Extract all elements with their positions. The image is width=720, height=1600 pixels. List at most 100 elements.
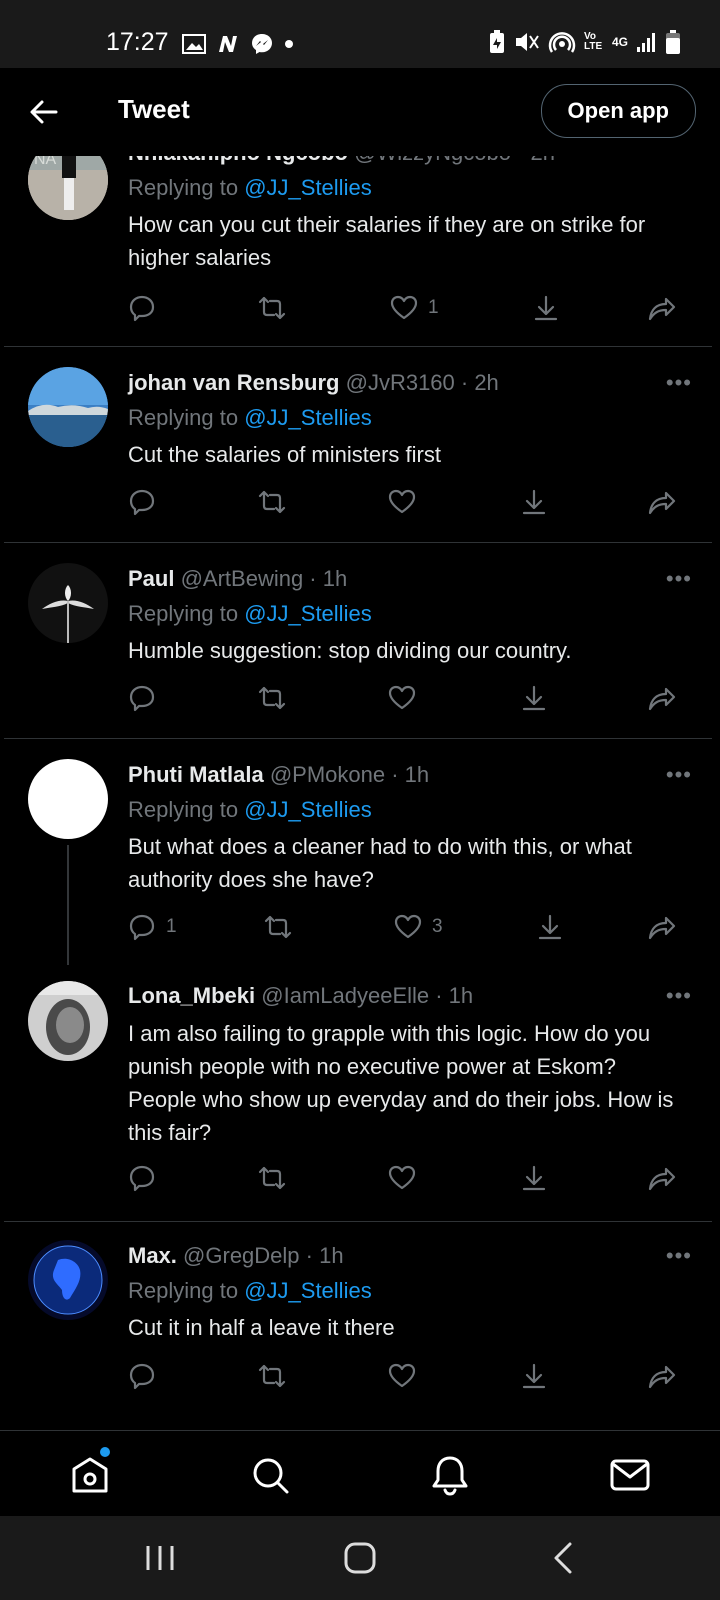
more-options-icon[interactable]: ••• xyxy=(666,1243,692,1269)
battery-saver-icon xyxy=(489,30,504,53)
recent-apps-icon[interactable] xyxy=(140,1538,180,1578)
reply-feed[interactable]: NA Nhlakanipho Ngcobo @WizzyNgcobo · 2h … xyxy=(0,156,720,1430)
heart-icon xyxy=(388,489,416,514)
more-options-icon[interactable]: ••• xyxy=(666,156,692,166)
download-arrow-icon xyxy=(538,914,562,940)
reply-button[interactable] xyxy=(128,488,166,516)
tweet[interactable]: NA Nhlakanipho Ngcobo @WizzyNgcobo · 2h … xyxy=(0,156,720,347)
analytics-button[interactable] xyxy=(520,1164,548,1192)
tweet-actions xyxy=(128,488,694,524)
retweet-icon xyxy=(258,1364,286,1388)
retweet-button[interactable] xyxy=(258,684,296,712)
retweet-icon xyxy=(258,296,286,320)
share-button[interactable] xyxy=(648,294,676,322)
tweet-author-name[interactable]: johan van Rensburg xyxy=(128,370,339,395)
heart-icon xyxy=(390,295,418,320)
retweet-button[interactable] xyxy=(258,488,296,516)
analytics-button[interactable] xyxy=(520,1362,548,1390)
avatar[interactable] xyxy=(28,981,108,1061)
share-button[interactable] xyxy=(648,684,676,712)
avatar[interactable] xyxy=(28,563,108,643)
tweet-author-handle[interactable]: @PMokone · 1h xyxy=(270,762,429,787)
tweet-author-name[interactable]: Paul xyxy=(128,566,174,591)
like-button[interactable] xyxy=(388,684,426,712)
open-app-button[interactable]: Open app xyxy=(540,84,696,138)
mention-link[interactable]: @JJ_Stellies xyxy=(244,601,372,626)
tweet[interactable]: johan van Rensburg @JvR3160 · 2h ••• Rep… xyxy=(0,347,720,543)
avatar[interactable] xyxy=(28,759,108,839)
back-arrow-icon[interactable] xyxy=(28,96,60,128)
download-arrow-icon xyxy=(534,295,558,321)
home-icon[interactable] xyxy=(68,1453,112,1497)
share-button[interactable] xyxy=(648,1362,676,1390)
retweet-button[interactable] xyxy=(258,1362,296,1390)
reply-icon xyxy=(129,489,155,516)
messages-icon[interactable] xyxy=(608,1453,652,1497)
retweet-button[interactable] xyxy=(258,1164,296,1192)
back-button-icon[interactable] xyxy=(544,1538,584,1578)
share-button[interactable] xyxy=(648,488,676,516)
mention-link[interactable]: @JJ_Stellies xyxy=(244,405,372,430)
like-button[interactable] xyxy=(388,1362,426,1390)
reply-button[interactable] xyxy=(128,294,166,322)
reply-button[interactable] xyxy=(128,684,166,712)
share-button[interactable] xyxy=(648,1164,676,1192)
retweet-button[interactable] xyxy=(264,913,302,941)
tweet[interactable]: Phuti Matlala @PMokone · 1h ••• Replying… xyxy=(0,739,720,965)
like-button[interactable]: 3 xyxy=(394,913,443,941)
mention-link[interactable]: @JJ_Stellies xyxy=(244,797,372,822)
analytics-button[interactable] xyxy=(536,913,564,941)
tweet[interactable]: Max. @GregDelp · 1h ••• Replying to @JJ_… xyxy=(0,1222,720,1430)
tweet-text: Cut the salaries of ministers first xyxy=(128,442,441,467)
tweet-author-name[interactable]: Max. xyxy=(128,1243,177,1268)
share-icon xyxy=(648,916,676,940)
replying-to: Replying to @JJ_Stellies xyxy=(128,175,372,200)
page-title: Tweet xyxy=(118,94,190,124)
tweet-author-handle[interactable]: @WizzyNgcobo · 2h xyxy=(354,156,555,165)
tweet[interactable]: Paul @ArtBewing · 1h ••• Replying to @JJ… xyxy=(0,543,720,739)
avatar[interactable]: NA xyxy=(28,156,108,220)
mention-link[interactable]: @JJ_Stellies xyxy=(244,1278,372,1303)
share-icon xyxy=(648,1365,676,1389)
tweet-author-name[interactable]: Phuti Matlala xyxy=(128,762,264,787)
reply-button[interactable] xyxy=(128,1362,166,1390)
analytics-button[interactable] xyxy=(520,488,548,516)
tweet-author-handle[interactable]: @IamLadyeeElle · 1h xyxy=(261,983,473,1008)
hotspot-icon xyxy=(548,32,576,53)
avatar[interactable] xyxy=(28,1240,108,1320)
search-icon[interactable] xyxy=(248,1453,292,1497)
reply-button[interactable] xyxy=(128,1164,166,1192)
reply-button[interactable]: 1 xyxy=(128,913,177,941)
mute-icon xyxy=(515,33,539,51)
4g-icon: 4G xyxy=(611,35,628,49)
tweet[interactable]: Lona_Mbeki @IamLadyeeElle · 1h ••• I am … xyxy=(0,965,720,1222)
more-options-icon[interactable]: ••• xyxy=(666,983,692,1009)
system-nav-bar xyxy=(0,1516,720,1600)
like-button[interactable] xyxy=(388,1164,426,1192)
reply-icon xyxy=(129,1165,155,1192)
app-bar: Tweet Open app xyxy=(0,68,720,156)
more-options-icon[interactable]: ••• xyxy=(666,762,692,788)
analytics-button[interactable] xyxy=(532,294,560,322)
avatar[interactable] xyxy=(28,367,108,447)
tweet-author-handle[interactable]: @ArtBewing · 1h xyxy=(181,566,348,591)
replying-to: Replying to @JJ_Stellies xyxy=(128,601,372,626)
share-button[interactable] xyxy=(648,913,676,941)
tweet-author-name[interactable]: Lona_Mbeki xyxy=(128,983,255,1008)
like-button[interactable]: 1 xyxy=(390,294,439,322)
like-button[interactable] xyxy=(388,488,426,516)
mention-link[interactable]: @JJ_Stellies xyxy=(244,175,372,200)
analytics-button[interactable] xyxy=(520,684,548,712)
heart-icon xyxy=(388,1363,416,1388)
tweet-author-handle[interactable]: @GregDelp · 1h xyxy=(183,1243,344,1268)
more-options-icon[interactable]: ••• xyxy=(666,370,692,396)
share-icon xyxy=(648,297,676,321)
retweet-button[interactable] xyxy=(258,294,296,322)
home-button-icon[interactable] xyxy=(340,1538,380,1578)
replying-to: Replying to @JJ_Stellies xyxy=(128,1278,372,1303)
more-options-icon[interactable]: ••• xyxy=(666,566,692,592)
tweet-author-handle[interactable]: @JvR3160 · 2h xyxy=(346,370,499,395)
tweet-author-name[interactable]: Nhlakanipho Ngcobo xyxy=(128,156,348,165)
notifications-icon[interactable] xyxy=(428,1453,472,1497)
dot-icon xyxy=(285,40,293,48)
